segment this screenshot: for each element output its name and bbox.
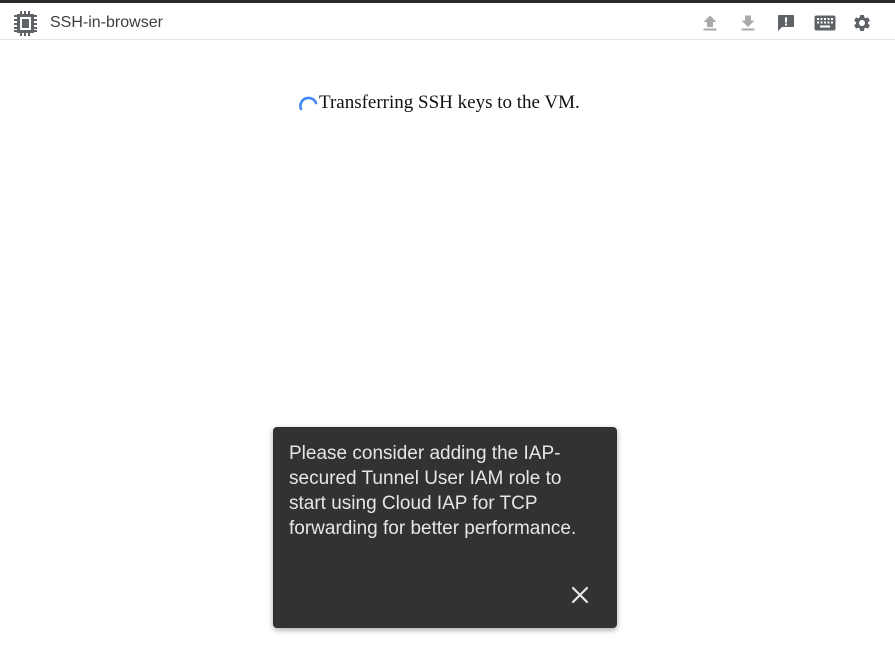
iap-notification-toast: Please consider adding the IAP-secured T… bbox=[273, 427, 617, 628]
download-icon bbox=[741, 15, 755, 31]
upload-file-button[interactable] bbox=[699, 12, 721, 34]
feedback-icon bbox=[777, 14, 795, 32]
toast-message: Please consider adding the IAP-secured T… bbox=[289, 443, 577, 539]
keyboard-button[interactable] bbox=[813, 12, 837, 34]
gear-icon bbox=[852, 13, 872, 33]
settings-button[interactable] bbox=[851, 12, 873, 34]
loading-spinner-icon bbox=[297, 92, 319, 114]
upload-icon bbox=[703, 15, 717, 31]
app-title: SSH-in-browser bbox=[50, 14, 163, 31]
download-file-button[interactable] bbox=[737, 12, 759, 34]
chip-icon bbox=[12, 11, 39, 36]
close-icon bbox=[571, 586, 589, 609]
keyboard-icon bbox=[814, 15, 836, 31]
app-header: SSH-in-browser bbox=[0, 3, 895, 40]
close-toast-button[interactable] bbox=[567, 584, 593, 610]
send-feedback-button[interactable] bbox=[775, 12, 797, 34]
status-message: Transferring SSH keys to the VM. bbox=[319, 92, 580, 113]
connection-status: Transferring SSH keys to the VM. bbox=[297, 92, 580, 114]
